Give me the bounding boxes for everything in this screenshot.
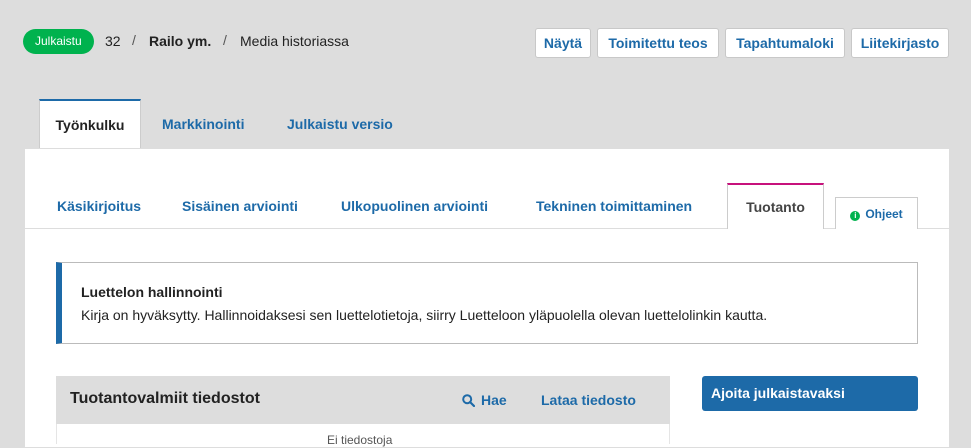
tab-copyediting[interactable]: Tekninen toimittaminen bbox=[536, 183, 692, 229]
search-icon bbox=[462, 394, 476, 408]
page-header: Julkaistu 32 / Railo ym. / Media histori… bbox=[0, 0, 971, 98]
submission-authors: Railo ym. bbox=[149, 33, 212, 49]
help-label: Ohjeet bbox=[865, 207, 903, 221]
breadcrumb-separator: / bbox=[223, 32, 227, 48]
tab-internal-review[interactable]: Sisäinen arviointi bbox=[182, 183, 298, 229]
notice-title: Luettelon hallinnointi bbox=[81, 284, 223, 300]
activity-log-button[interactable]: Tapahtumaloki bbox=[725, 28, 845, 58]
tab-published-version[interactable]: Julkaistu versio bbox=[287, 99, 393, 149]
info-icon: i bbox=[850, 211, 861, 221]
tab-marketing[interactable]: Markkinointi bbox=[162, 99, 244, 149]
tab-submission[interactable]: Käsikirjoitus bbox=[57, 183, 141, 229]
notice-text: Kirja on hyväksytty. Hallinnoidaksesi se… bbox=[81, 307, 768, 323]
search-label: Hae bbox=[481, 392, 507, 408]
library-button[interactable]: Liitekirjasto bbox=[851, 28, 949, 58]
submission-title: Media historiassa bbox=[240, 33, 349, 49]
help-button[interactable]: i Ohjeet bbox=[835, 197, 918, 229]
upload-file-link[interactable]: Lataa tiedosto bbox=[541, 392, 636, 408]
catalog-notice: Luettelon hallinnointi Kirja on hyväksyt… bbox=[56, 262, 918, 344]
grid-empty-message: Ei tiedostoja bbox=[327, 433, 393, 447]
production-files-grid-header: Tuotantovalmiit tiedostot Hae Lataa tied… bbox=[56, 376, 670, 424]
view-button[interactable]: Näytä bbox=[535, 28, 591, 58]
production-files-grid-body: Ei tiedostoja bbox=[56, 424, 670, 447]
tab-external-review[interactable]: Ulkopuolinen arviointi bbox=[341, 183, 488, 229]
tab-workflow[interactable]: Työnkulku bbox=[39, 99, 141, 149]
edited-volume-button[interactable]: Toimitettu teos bbox=[597, 28, 719, 58]
status-badge: Julkaistu bbox=[23, 29, 94, 54]
breadcrumb-separator: / bbox=[132, 32, 136, 48]
tab-production[interactable]: Tuotanto bbox=[727, 183, 824, 229]
search-link[interactable]: Hae bbox=[462, 392, 507, 408]
schedule-for-publication-button[interactable]: Ajoita julkaistavaksi bbox=[702, 376, 918, 411]
grid-title: Tuotantovalmiit tiedostot bbox=[70, 390, 260, 407]
submission-id: 32 bbox=[105, 33, 121, 49]
